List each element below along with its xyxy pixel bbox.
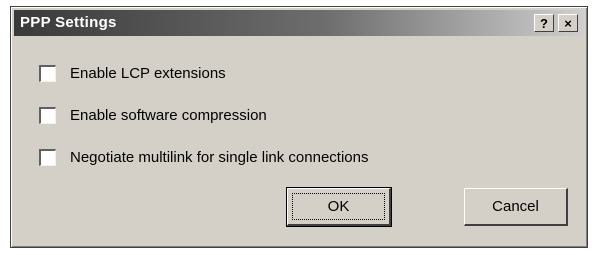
cancel-button[interactable]: Cancel [464, 188, 568, 226]
option-enable-software-compression[interactable]: Enable software compression [39, 104, 267, 126]
checkbox-enable-lcp-extensions[interactable] [39, 64, 56, 82]
option-label: Negotiate multilink for single link conn… [70, 148, 369, 166]
help-button[interactable]: ? [534, 14, 554, 32]
cancel-button-label: Cancel [492, 198, 539, 215]
help-icon: ? [540, 15, 548, 31]
focus-rectangle [292, 193, 385, 220]
checkbox-enable-software-compression[interactable] [39, 106, 56, 124]
option-enable-lcp-extensions[interactable]: Enable LCP extensions [39, 62, 226, 84]
option-label: Enable software compression [70, 106, 267, 124]
close-icon: × [564, 15, 572, 31]
title-bar[interactable]: PPP Settings ? × [14, 10, 584, 36]
close-button[interactable]: × [558, 14, 578, 32]
ppp-settings-dialog: PPP Settings ? × Enable LCP extensions E… [10, 6, 588, 248]
ok-button[interactable]: OK [286, 187, 392, 227]
option-label: Enable LCP extensions [70, 64, 226, 82]
checkbox-negotiate-multilink[interactable] [39, 148, 56, 166]
option-negotiate-multilink[interactable]: Negotiate multilink for single link conn… [39, 146, 368, 168]
window-title: PPP Settings [20, 14, 117, 31]
